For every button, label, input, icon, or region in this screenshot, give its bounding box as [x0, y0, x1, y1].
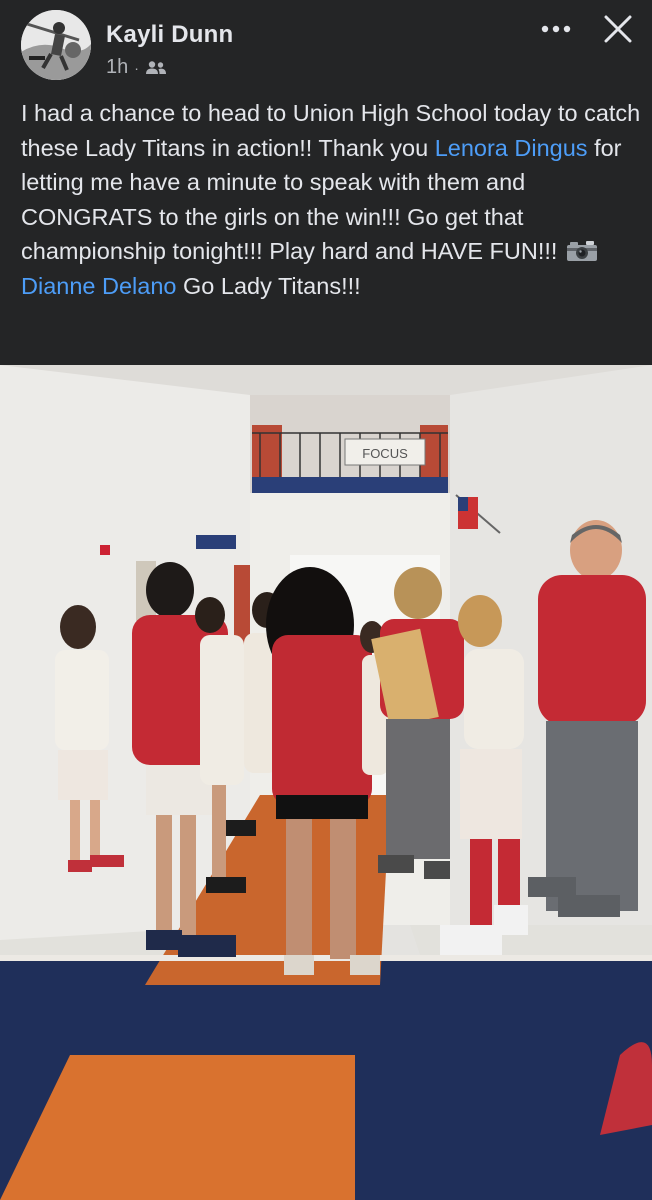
- post-header: Kayli Dunn 1h ·: [0, 0, 652, 96]
- avatar-image: [21, 10, 91, 80]
- post-body: I had a chance to head to Union High Sch…: [21, 96, 641, 303]
- more-horizontal-icon: [541, 25, 571, 33]
- banner-text: FOCUS: [362, 446, 408, 461]
- team-photo-image: FOCUS: [0, 365, 652, 1200]
- close-button[interactable]: [599, 10, 637, 48]
- mention-link[interactable]: Lenora Dingus: [435, 135, 588, 161]
- post-meta: 1h ·: [106, 56, 167, 79]
- camera-with-flash-icon: [566, 241, 597, 261]
- more-options-button[interactable]: [536, 14, 576, 44]
- author-name[interactable]: Kayli Dunn: [106, 21, 233, 49]
- post-timestamp[interactable]: 1h: [106, 56, 128, 79]
- close-icon: [604, 15, 632, 43]
- post-photo[interactable]: FOCUS: [0, 365, 652, 1200]
- post-text-part: Go Lady Titans!!!: [176, 272, 361, 299]
- meta-separator: ·: [134, 59, 139, 76]
- mention-link[interactable]: Dianne Delano: [21, 273, 176, 299]
- post-message: I had a chance to head to Union High Sch…: [21, 96, 641, 303]
- friends-icon[interactable]: [145, 60, 167, 76]
- avatar[interactable]: [21, 10, 91, 80]
